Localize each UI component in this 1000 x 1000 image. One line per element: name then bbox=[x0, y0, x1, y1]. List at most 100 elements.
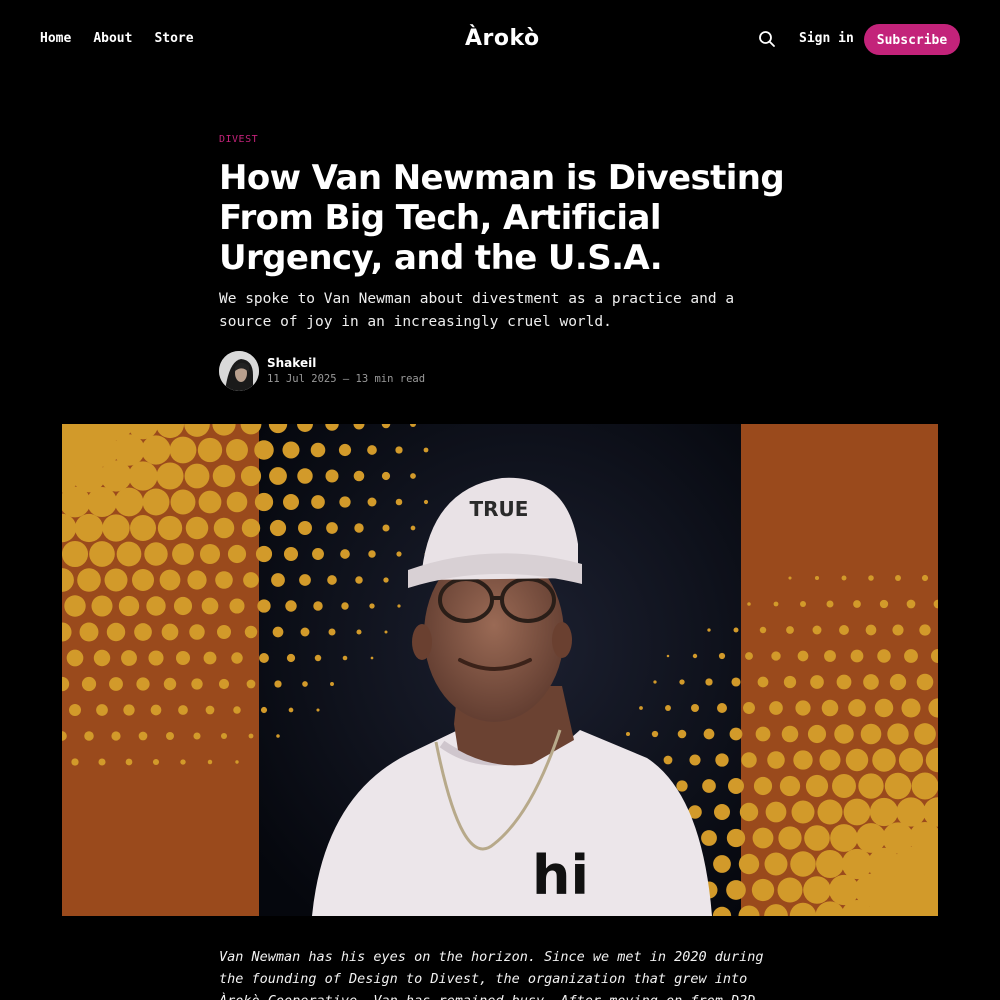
halftone-dot bbox=[853, 600, 861, 608]
halftone-dot bbox=[64, 595, 86, 617]
halftone-dot bbox=[921, 574, 929, 582]
halftone-dot bbox=[841, 575, 847, 581]
halftone-dot bbox=[207, 759, 213, 765]
halftone-dot bbox=[285, 600, 297, 612]
nav-about-link[interactable]: About bbox=[93, 30, 132, 48]
halftone-dot bbox=[310, 442, 326, 458]
halftone-dot bbox=[793, 750, 813, 770]
halftone-dot bbox=[701, 830, 717, 846]
cap-logo: TRUE bbox=[470, 497, 529, 521]
halftone-dot bbox=[739, 802, 759, 822]
logo-text: Àrokò bbox=[465, 26, 540, 51]
halftone-dot bbox=[395, 446, 403, 454]
halftone-dot bbox=[882, 822, 914, 854]
halftone-dot bbox=[397, 604, 401, 608]
halftone-dot bbox=[330, 682, 334, 686]
halftone-dot bbox=[817, 799, 843, 825]
halftone-dot bbox=[166, 732, 174, 740]
halftone-dot bbox=[856, 823, 886, 853]
halftone-dot bbox=[733, 627, 739, 633]
halftone-dot bbox=[283, 546, 299, 562]
halftone-dot bbox=[170, 489, 196, 515]
halftone-dot bbox=[269, 519, 287, 537]
halftone-dot bbox=[824, 650, 836, 662]
halftone-dot bbox=[369, 603, 375, 609]
halftone-dot bbox=[892, 624, 904, 636]
halftone-dot bbox=[651, 730, 659, 738]
halftone-dot bbox=[111, 731, 121, 741]
halftone-dot bbox=[142, 488, 170, 516]
halftone-dot bbox=[773, 601, 779, 607]
halftone-dot bbox=[100, 460, 132, 492]
halftone-dot bbox=[828, 874, 860, 906]
halftone-dot bbox=[98, 758, 106, 766]
halftone-dot bbox=[367, 445, 377, 455]
halftone-dot bbox=[269, 467, 287, 485]
halftone-dot bbox=[889, 673, 907, 691]
halftone-dot bbox=[233, 706, 241, 714]
halftone-dot bbox=[916, 673, 934, 691]
halftone-dot bbox=[665, 705, 671, 711]
halftone-dot bbox=[84, 731, 94, 741]
halftone-dot bbox=[213, 517, 235, 539]
halftone-dot bbox=[805, 774, 829, 798]
halftone-dot bbox=[198, 490, 222, 514]
sign-in-link[interactable]: Sign in bbox=[799, 30, 854, 48]
halftone-dot bbox=[169, 436, 197, 464]
halftone-dot bbox=[807, 724, 827, 744]
halftone-dot bbox=[769, 701, 783, 715]
halftone-dot bbox=[226, 491, 248, 513]
halftone-dot bbox=[144, 542, 168, 566]
halftone-dot bbox=[241, 518, 261, 538]
halftone-dot bbox=[865, 624, 877, 636]
site-logo[interactable]: Àrokò bbox=[465, 23, 539, 55]
subscribe-button[interactable]: Subscribe bbox=[864, 24, 960, 55]
halftone-dot bbox=[229, 598, 245, 614]
article-tag[interactable]: DIVEST bbox=[219, 134, 258, 145]
author-name[interactable]: Shakeil bbox=[267, 356, 316, 370]
halftone-dot bbox=[163, 677, 177, 691]
halftone-dot bbox=[764, 852, 788, 876]
halftone-dot bbox=[71, 758, 79, 766]
halftone-dot bbox=[777, 877, 803, 903]
halftone-dot bbox=[299, 574, 311, 586]
halftone-dot bbox=[718, 652, 726, 660]
search-icon[interactable] bbox=[758, 30, 776, 48]
halftone-dot bbox=[199, 543, 221, 565]
halftone-dot bbox=[185, 516, 209, 540]
halftone-dot bbox=[220, 732, 228, 740]
halftone-dot bbox=[790, 851, 816, 877]
halftone-dot bbox=[74, 513, 104, 543]
halftone-dot bbox=[797, 650, 809, 662]
halftone-dot bbox=[783, 675, 797, 689]
halftone-dot bbox=[729, 727, 743, 741]
halftone-dot bbox=[286, 653, 296, 663]
halftone-dot bbox=[819, 749, 841, 771]
site-header: Home About Store Àrokò Sign in Subscribe bbox=[0, 0, 1000, 78]
article-body: Van Newman has his eyes on the horizon. … bbox=[219, 949, 764, 1000]
halftone-dot bbox=[845, 748, 869, 772]
halftone-dot bbox=[125, 758, 133, 766]
halftone-dot bbox=[625, 731, 631, 737]
halftone-dot bbox=[755, 726, 771, 742]
halftone-dot bbox=[212, 464, 236, 488]
halftone-dot bbox=[86, 486, 118, 518]
halftone-dot bbox=[227, 544, 247, 564]
halftone-dot bbox=[215, 571, 233, 589]
article-meta: 11 Jul 2025 — 13 min read bbox=[267, 373, 426, 385]
halftone-dot bbox=[104, 568, 128, 592]
halftone-dot bbox=[410, 473, 416, 479]
halftone-dot bbox=[96, 704, 108, 716]
halftone-dot bbox=[743, 702, 755, 714]
author-avatar[interactable] bbox=[219, 351, 259, 391]
halftone-dot bbox=[858, 773, 884, 799]
halftone-dot bbox=[741, 752, 757, 768]
halftone-dot bbox=[156, 462, 184, 490]
halftone-dot bbox=[203, 651, 217, 665]
main-nav: Home About Store bbox=[40, 30, 216, 48]
nav-home-link[interactable]: Home bbox=[40, 30, 71, 48]
halftone-dot bbox=[146, 596, 166, 616]
nav-store-link[interactable]: Store bbox=[154, 30, 193, 48]
halftone-dot bbox=[738, 853, 760, 875]
halftone-dot bbox=[157, 515, 183, 541]
